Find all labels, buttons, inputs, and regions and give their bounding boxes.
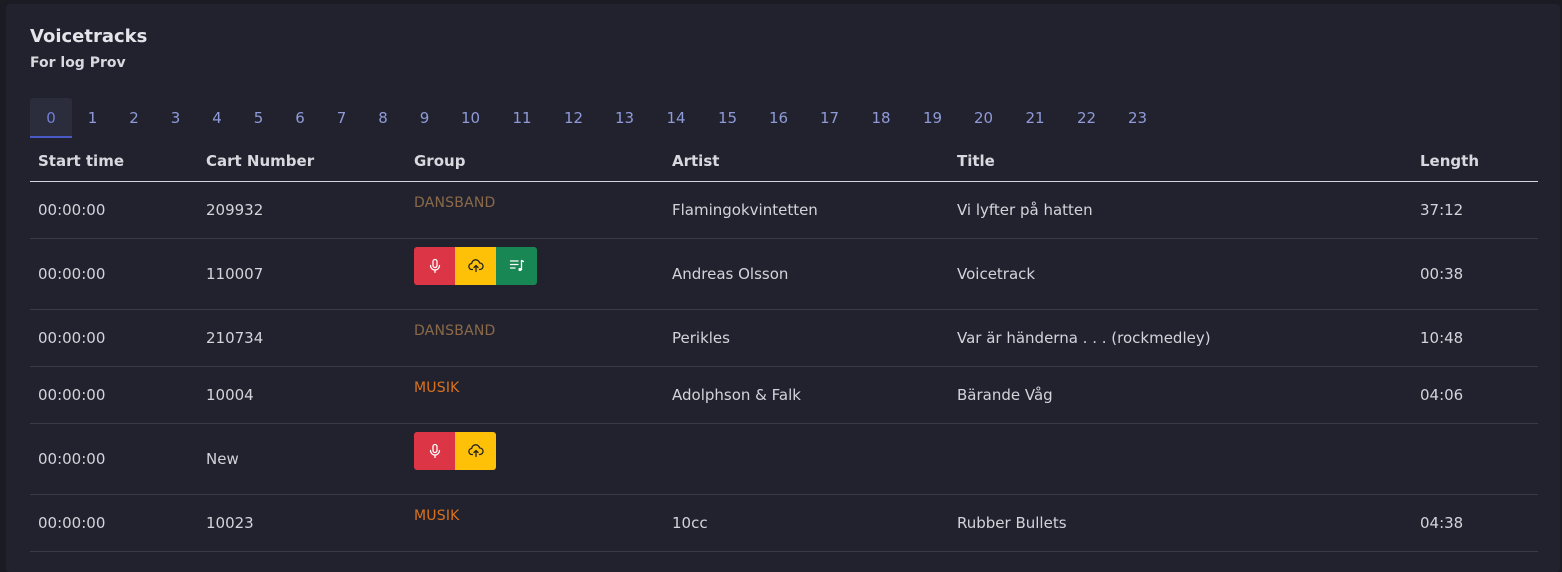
cell-cart-number: 210734 <box>198 309 406 367</box>
hour-tab-9[interactable]: 9 <box>404 98 445 138</box>
hour-tab-13[interactable]: 13 <box>599 98 650 138</box>
card-subtitle: For log Prov <box>30 55 126 71</box>
cell-title: Var är händerna . . . (rockmedley) <box>949 309 1412 367</box>
cell-start-time: 00:00:00 <box>30 494 198 552</box>
cell-artist: Adolphson & Falk <box>664 366 949 424</box>
hour-tab-16[interactable]: 16 <box>753 98 804 138</box>
hour-tab-21[interactable]: 21 <box>1009 98 1061 138</box>
cell-start-time: 00:00:00 <box>30 181 198 239</box>
hour-tab-7[interactable]: 7 <box>321 98 362 138</box>
cell-artist: Flamingokvintetten <box>664 181 949 239</box>
cell-start-time: 00:00:00 <box>30 423 198 495</box>
card-title: Voicetracks <box>30 26 148 47</box>
hour-tab-20[interactable]: 20 <box>958 98 1009 138</box>
cell-length: 10:48 <box>1412 309 1538 367</box>
voicetrack-actions <box>414 246 537 285</box>
cell-length: 00:38 <box>1412 238 1538 310</box>
hour-tab-0[interactable]: 0 <box>30 98 72 138</box>
record-button[interactable] <box>414 246 455 285</box>
cell-length: 04:06 <box>1412 366 1538 424</box>
voicetrack-actions <box>414 431 496 470</box>
header-group: Group <box>406 141 664 182</box>
cell-start-time: 00:00:00 <box>30 309 198 367</box>
cell-title: Bärande Våg <box>949 366 1412 424</box>
playlist-button[interactable] <box>496 246 537 285</box>
cell-cart-number: 110007 <box>198 238 406 310</box>
cell-length: 04:38 <box>1412 494 1538 552</box>
cell-cart-number: 10004 <box>198 366 406 424</box>
header-cart-number: Cart Number <box>198 141 406 182</box>
table-row[interactable]: 00:00:00 New <box>30 423 1538 495</box>
group-badge: DANSBAND <box>414 194 496 211</box>
table-row[interactable]: 00:00:00 10004 MUSIK Adolphson & Falk Bä… <box>30 366 1538 424</box>
hour-tabs: 0 1 2 3 4 5 6 7 8 9 10 11 12 13 14 15 16… <box>30 98 1163 138</box>
header-start-time: Start time <box>30 141 198 182</box>
cell-start-time: 00:00:00 <box>30 366 198 424</box>
table-row[interactable]: 00:00:00 110007 Andreas Olsson Voicetrac… <box>30 238 1538 310</box>
hour-tab-3[interactable]: 3 <box>155 98 196 138</box>
cell-cart-number: 10023 <box>198 494 406 552</box>
hour-tab-6[interactable]: 6 <box>279 98 321 138</box>
table-row[interactable]: 00:00:00 210734 DANSBAND Perikles Var är… <box>30 309 1538 367</box>
cell-artist <box>664 423 949 495</box>
group-badge: DANSBAND <box>414 322 496 339</box>
cell-cart-number: 209932 <box>198 181 406 239</box>
hour-tab-22[interactable]: 22 <box>1061 98 1112 138</box>
hour-tab-4[interactable]: 4 <box>196 98 238 138</box>
header-length: Length <box>1412 141 1538 182</box>
playlist-music-icon <box>509 259 524 271</box>
cell-start-time: 00:00:00 <box>30 238 198 310</box>
microphone-icon <box>429 443 440 458</box>
cell-group: MUSIK <box>406 494 664 552</box>
hour-tab-5[interactable]: 5 <box>238 98 279 138</box>
cell-artist: Andreas Olsson <box>664 238 949 310</box>
group-badge: MUSIK <box>414 379 460 396</box>
cell-length: 37:12 <box>1412 181 1538 239</box>
header-title: Title <box>949 141 1412 182</box>
hour-tab-12[interactable]: 12 <box>548 98 599 138</box>
cell-group <box>406 423 664 495</box>
hour-tab-18[interactable]: 18 <box>855 98 907 138</box>
cell-title: Vi lyfter på hatten <box>949 181 1412 239</box>
cell-artist: Perikles <box>664 309 949 367</box>
hour-tab-15[interactable]: 15 <box>702 98 753 138</box>
hour-tab-14[interactable]: 14 <box>650 98 702 138</box>
upload-button[interactable] <box>455 431 496 470</box>
hour-tab-17[interactable]: 17 <box>804 98 855 138</box>
cell-title: Rubber Bullets <box>949 494 1412 552</box>
microphone-icon <box>429 258 440 273</box>
cell-length <box>1412 423 1538 495</box>
hour-tab-19[interactable]: 19 <box>907 98 958 138</box>
table-header-row: Start time Cart Number Group Artist Titl… <box>30 141 1538 182</box>
cell-group: DANSBAND <box>406 181 664 239</box>
cell-cart-number: New <box>198 423 406 495</box>
cloud-upload-icon <box>467 258 484 272</box>
hour-tab-8[interactable]: 8 <box>362 98 404 138</box>
header-artist: Artist <box>664 141 949 182</box>
hour-tab-1[interactable]: 1 <box>72 98 113 138</box>
table-row[interactable]: 00:00:00 10023 MUSIK 10cc Rubber Bullets… <box>30 494 1538 552</box>
cell-title <box>949 423 1412 495</box>
voicetracks-card: Voicetracks For log Prov 0 1 2 3 4 5 6 7… <box>6 4 1560 572</box>
hour-tab-10[interactable]: 10 <box>445 98 496 138</box>
group-badge: MUSIK <box>414 507 460 524</box>
hour-tab-11[interactable]: 11 <box>496 98 548 138</box>
record-button[interactable] <box>414 431 455 470</box>
upload-button[interactable] <box>455 246 496 285</box>
cell-group: MUSIK <box>406 366 664 424</box>
cell-artist: 10cc <box>664 494 949 552</box>
hour-tab-2[interactable]: 2 <box>113 98 155 138</box>
cell-group: DANSBAND <box>406 309 664 367</box>
cell-group <box>406 238 664 310</box>
cell-title: Voicetrack <box>949 238 1412 310</box>
hour-tab-23[interactable]: 23 <box>1112 98 1163 138</box>
voicetracks-table: Start time Cart Number Group Artist Titl… <box>30 141 1538 552</box>
table-row[interactable]: 00:00:00 209932 DANSBAND Flamingokvintet… <box>30 181 1538 239</box>
cloud-upload-icon <box>467 443 484 457</box>
